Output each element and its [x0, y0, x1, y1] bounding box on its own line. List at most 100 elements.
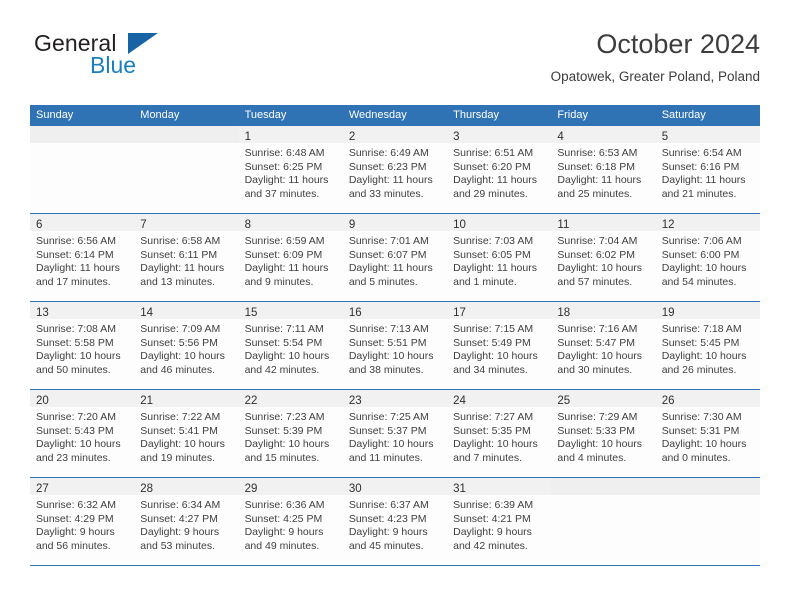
calendar-day-cell[interactable]: 30 Sunrise: 6:37 AM Sunset: 4:23 PM Dayligh… [342, 478, 448, 565]
day-number: 11 [557, 219, 570, 231]
day-number-band: 14 [134, 302, 239, 319]
calendar-day-cell[interactable]: 22 Sunrise: 7:23 AM Sunset: 5:39 PM Dayligh… [238, 390, 343, 477]
daylight-duration-line1: Daylight: 9 hours [453, 526, 532, 539]
daylight-duration-line2: and 11 minutes. [348, 451, 423, 464]
calendar-day-cell[interactable]: 24 Sunrise: 7:27 AM Sunset: 5:35 PM Dayligh… [447, 390, 552, 477]
sunrise-time: Sunrise: 6:48 AM [244, 147, 325, 159]
calendar-day-cell[interactable]: 7 Sunrise: 6:58 AM Sunset: 6:11 PM Daylight… [134, 214, 239, 301]
calendar-day-cell[interactable]: 20 Sunrise: 7:20 AM Sunset: 5:43 PM Dayligh… [30, 390, 135, 477]
daylight-duration-line2: and 29 minutes. [453, 187, 528, 200]
sunset-time: Sunset: 6:23 PM [348, 160, 427, 173]
day-number: 26 [661, 395, 675, 407]
sunrise-time: Sunrise: 6:58 AM [140, 235, 221, 247]
daylight-duration-line1: Daylight: 11 hours [244, 174, 329, 187]
sunrise-time: Sunrise: 7:04 AM [557, 235, 638, 247]
calendar-page: General Blue October 2024 Opatowek, Grea… [0, 0, 792, 612]
weekday-header-thursday: Thursday [453, 109, 499, 121]
day-number-band [551, 478, 656, 495]
calendar-day-cell[interactable]: 16 Sunrise: 7:13 AM Sunset: 5:51 PM Dayligh… [342, 302, 448, 389]
day-number-band: 12 [655, 214, 760, 231]
sunset-time: Sunset: 5:47 PM [557, 336, 636, 349]
calendar-day-cell[interactable]: 15 Sunrise: 7:11 AM Sunset: 5:54 PM Dayligh… [238, 302, 343, 389]
calendar-day-cell[interactable]: 21 Sunrise: 7:22 AM Sunset: 5:41 PM Dayligh… [134, 390, 239, 477]
sunset-time: Sunset: 4:27 PM [140, 512, 218, 525]
sunrise-time: Sunrise: 6:49 AM [348, 147, 429, 159]
sunrise-time: Sunrise: 7:22 AM [140, 411, 221, 423]
calendar-day-cell[interactable]: 10 Sunrise: 7:03 AM Sunset: 6:05 PM Dayligh… [447, 214, 552, 301]
day-number: 19 [661, 307, 675, 319]
calendar-day-cell[interactable]: 28 Sunrise: 6:34 AM Sunset: 4:27 PM Dayligh… [134, 478, 239, 565]
daylight-duration-line2: and 56 minutes. [36, 539, 111, 552]
calendar-day-cell[interactable]: 5 Sunrise: 6:54 AM Sunset: 6:16 PM Daylight… [655, 126, 760, 213]
day-sun-info: Sunrise: 6:48 AM Sunset: 6:25 PM Daylight:… [239, 143, 343, 201]
calendar-day-cell[interactable]: 2 Sunrise: 6:49 AM Sunset: 6:23 PM Daylight… [342, 126, 448, 213]
day-sun-info: Sunrise: 7:25 AM Sunset: 5:37 PM Daylight:… [343, 407, 447, 465]
day-sun-info: Sunrise: 7:30 AM Sunset: 5:31 PM Daylight:… [656, 407, 760, 465]
calendar-day-cell[interactable]: 19 Sunrise: 7:18 AM Sunset: 5:45 PM Dayligh… [655, 302, 760, 389]
day-number-band: 11 [551, 214, 656, 231]
day-number-band: 29 [238, 478, 343, 495]
day-number-band: 30 [342, 478, 448, 495]
calendar-day-cell[interactable]: 4 Sunrise: 6:53 AM Sunset: 6:18 PM Daylight… [551, 126, 656, 213]
brand-logo[interactable]: General Blue [30, 30, 280, 92]
calendar-grid: Sunday Monday Tuesday Wednesday Thursday… [30, 105, 760, 566]
weekday-header-monday: Monday [140, 109, 180, 121]
weekday-header-tuesday: Tuesday [244, 109, 287, 121]
sunrise-time: Sunrise: 7:27 AM [453, 411, 534, 423]
day-number-band: 9 [342, 214, 448, 231]
calendar-day-cell[interactable]: 23 Sunrise: 7:25 AM Sunset: 5:37 PM Dayligh… [342, 390, 448, 477]
daylight-duration-line2: and 34 minutes. [453, 363, 528, 376]
day-number: 1 [244, 131, 251, 143]
calendar-day-cell[interactable]: 6 Sunrise: 6:56 AM Sunset: 6:14 PM Daylight… [30, 214, 135, 301]
day-number-band: 24 [447, 390, 552, 407]
daylight-duration-line1: Daylight: 9 hours [348, 526, 428, 539]
day-number: 12 [661, 219, 675, 231]
day-number: 28 [140, 483, 154, 495]
day-sun-info: Sunrise: 7:20 AM Sunset: 5:43 PM Daylight:… [30, 407, 134, 465]
calendar-day-cell[interactable]: 31 Sunrise: 6:39 AM Sunset: 4:21 PM Dayligh… [447, 478, 552, 565]
day-sun-info: Sunrise: 6:59 AM Sunset: 6:09 PM Daylight:… [239, 231, 343, 289]
page-header: General Blue October 2024 Opatowek, Grea… [30, 28, 760, 96]
calendar-day-cell[interactable]: 9 Sunrise: 7:01 AM Sunset: 6:07 PM Daylight… [342, 214, 448, 301]
calendar-day-cell[interactable]: 11 Sunrise: 7:04 AM Sunset: 6:02 PM Dayligh… [551, 214, 656, 301]
daylight-duration-line1: Daylight: 10 hours [557, 438, 643, 451]
day-number: 5 [661, 131, 669, 143]
calendar-day-cell[interactable]: 25 Sunrise: 7:29 AM Sunset: 5:33 PM Dayligh… [551, 390, 656, 477]
daylight-duration-line1: Daylight: 10 hours [557, 350, 643, 363]
daylight-duration-line2: and 15 minutes. [244, 451, 320, 464]
daylight-duration-line2: and 53 minutes. [140, 539, 215, 552]
daylight-duration-line2: and 21 minutes. [661, 187, 737, 200]
day-number: 14 [140, 307, 154, 319]
calendar-day-cell[interactable]: 3 Sunrise: 6:51 AM Sunset: 6:20 PM Daylight… [447, 126, 552, 213]
calendar-day-cell[interactable]: 27 Sunrise: 6:32 AM Sunset: 4:29 PM Dayligh… [30, 478, 135, 565]
calendar-day-cell[interactable]: 12 Sunrise: 7:06 AM Sunset: 6:00 PM Dayligh… [655, 214, 760, 301]
day-number-band: 27 [30, 478, 135, 495]
day-number: 29 [244, 483, 258, 495]
day-number-band: 21 [134, 390, 239, 407]
sunset-time: Sunset: 6:18 PM [557, 160, 636, 173]
sunrise-time: Sunrise: 6:51 AM [453, 147, 534, 159]
calendar-day-cell[interactable]: 8 Sunrise: 6:59 AM Sunset: 6:09 PM Daylight… [238, 214, 343, 301]
calendar-day-cell[interactable]: 14 Sunrise: 7:09 AM Sunset: 5:56 PM Dayligh… [134, 302, 239, 389]
day-number-band: 17 [447, 302, 552, 319]
daylight-duration-line2: and 19 minutes. [140, 451, 215, 464]
calendar-day-cell[interactable]: 17 Sunrise: 7:15 AM Sunset: 5:49 PM Dayligh… [447, 302, 552, 389]
sunset-time: Sunset: 5:31 PM [661, 424, 740, 437]
calendar-day-cell[interactable]: 26 Sunrise: 7:30 AM Sunset: 5:31 PM Dayligh… [655, 390, 760, 477]
calendar-weeks: 1 Sunrise: 6:48 AM Sunset: 6:25 PM Daylight… [30, 126, 760, 566]
sunrise-time: Sunrise: 7:06 AM [661, 235, 742, 247]
day-sun-info: Sunrise: 6:39 AM Sunset: 4:21 PM Daylight:… [447, 495, 551, 553]
daylight-duration-line2: and 45 minutes. [348, 539, 424, 552]
sunset-time: Sunset: 4:21 PM [453, 512, 531, 525]
day-number-band [134, 126, 239, 143]
daylight-duration-line1: Daylight: 11 hours [348, 262, 433, 275]
day-number: 24 [453, 395, 466, 407]
calendar-day-cell[interactable]: 29 Sunrise: 6:36 AM Sunset: 4:25 PM Dayligh… [238, 478, 343, 565]
day-number-band: 1 [238, 126, 343, 143]
calendar-day-cell[interactable]: 18 Sunrise: 7:16 AM Sunset: 5:47 PM Dayligh… [551, 302, 656, 389]
daylight-duration-line2: and 26 minutes. [661, 363, 737, 376]
day-number: 23 [348, 395, 362, 407]
calendar-day-cell[interactable]: 13 Sunrise: 7:08 AM Sunset: 5:58 PM Dayligh… [30, 302, 135, 389]
daylight-duration-line1: Daylight: 10 hours [348, 438, 434, 451]
calendar-day-cell[interactable]: 1 Sunrise: 6:48 AM Sunset: 6:25 PM Daylight… [238, 126, 343, 213]
